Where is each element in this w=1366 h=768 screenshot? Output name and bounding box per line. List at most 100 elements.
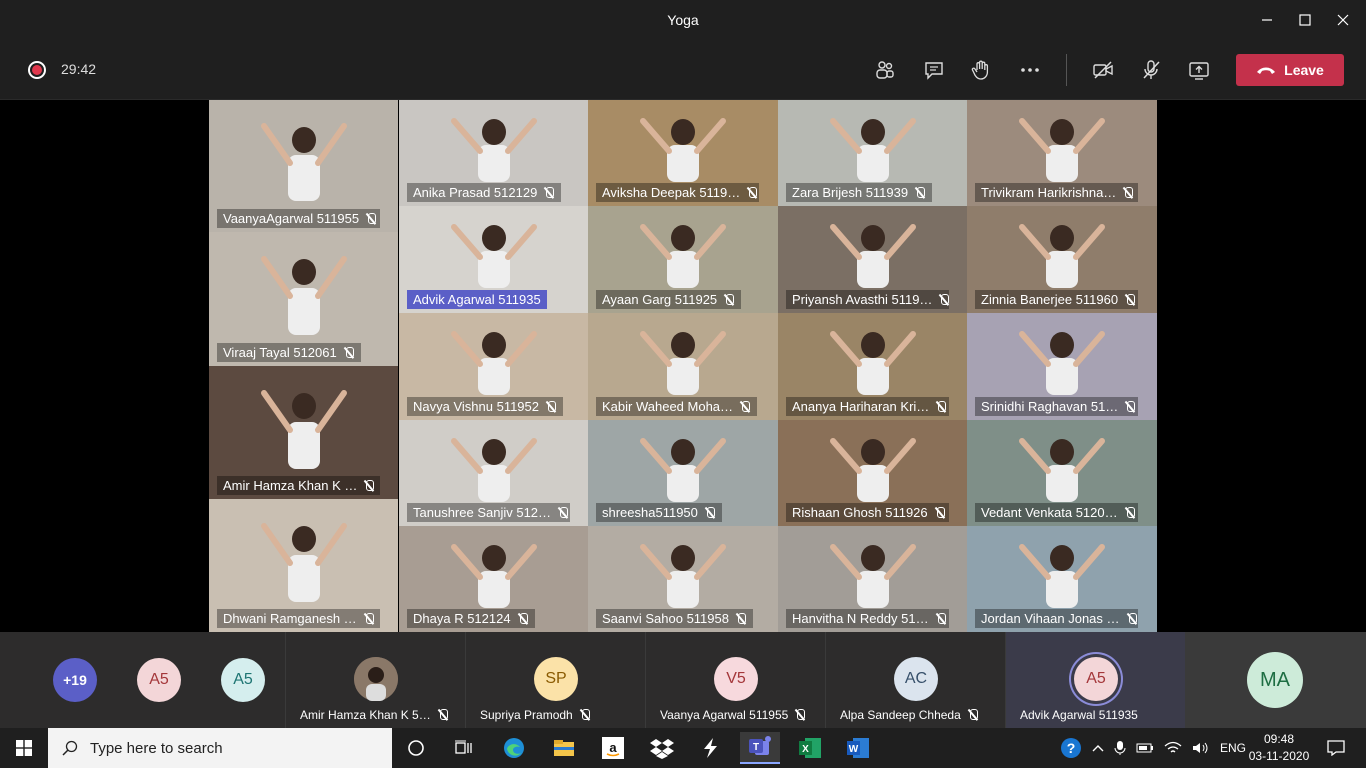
participant-name: Saanvi Sahoo 511958 bbox=[602, 611, 729, 626]
taskbar-search[interactable]: Type here to search bbox=[48, 728, 392, 768]
raise-hand-button[interactable] bbox=[966, 55, 996, 85]
file-explorer-icon bbox=[554, 740, 574, 756]
participant-name: Anika Prasad 512129 bbox=[413, 185, 538, 200]
leave-button[interactable]: Leave bbox=[1236, 54, 1344, 86]
participant-tile[interactable]: SP Supriya Pramodh bbox=[465, 632, 645, 728]
mic-muted-icon bbox=[1126, 612, 1138, 625]
video-tile[interactable]: Anika Prasad 512129 bbox=[399, 100, 588, 206]
chat-button[interactable] bbox=[919, 55, 949, 85]
video-tile[interactable]: Vedant Venkata 5120… bbox=[967, 420, 1157, 526]
participant-name-label: Viraaj Tayal 512061 bbox=[217, 343, 361, 362]
amazon-icon: a bbox=[602, 737, 624, 759]
video-tile[interactable]: Trivikram Harikrishna… bbox=[967, 100, 1157, 206]
task-view-button[interactable] bbox=[444, 732, 484, 764]
mic-off-icon bbox=[1143, 60, 1160, 79]
teams-taskbar-button[interactable]: T bbox=[740, 732, 780, 764]
video-tile[interactable]: Navya Vishnu 511952 bbox=[399, 313, 588, 420]
mic-muted-icon bbox=[938, 293, 949, 306]
file-explorer-button[interactable] bbox=[544, 732, 584, 764]
video-tile[interactable]: Zara Brijesh 511939 bbox=[778, 100, 967, 206]
volume-icon[interactable] bbox=[1192, 741, 1210, 755]
help-icon[interactable]: ? bbox=[1060, 737, 1082, 759]
maximize-icon bbox=[1299, 14, 1311, 26]
more-options-button[interactable] bbox=[1015, 55, 1045, 85]
video-tile[interactable]: Hanvitha N Reddy 51… bbox=[778, 526, 967, 632]
more-icon bbox=[1021, 68, 1039, 72]
mic-muted-icon bbox=[794, 709, 806, 721]
mic-toggle-button[interactable] bbox=[1136, 55, 1166, 85]
video-tile[interactable]: Aviksha Deepak 5119… bbox=[588, 100, 778, 206]
close-button[interactable] bbox=[1320, 0, 1366, 40]
participant-name: Dhwani Ramganesh … bbox=[223, 611, 357, 626]
mic-muted-icon bbox=[723, 293, 735, 306]
avatar[interactable]: A5 bbox=[221, 658, 265, 702]
video-tile[interactable]: Dhwani Ramganesh … bbox=[209, 499, 398, 632]
video-tile[interactable]: Ayaan Garg 511925 bbox=[588, 206, 778, 313]
clock-date: 03-11-2020 bbox=[1248, 749, 1310, 763]
participant-name-label: Vaanya Agarwal 511955 bbox=[660, 708, 806, 722]
participant-strip: +19 A5 A5 Amir Hamza Khan K 5… SP Supriya … bbox=[0, 632, 1366, 728]
participant-name: Tanushree Sanjiv 512… bbox=[413, 505, 552, 520]
word-button[interactable]: W bbox=[838, 732, 878, 764]
edge-button[interactable] bbox=[494, 732, 534, 764]
participant-tile[interactable]: V5 Vaanya Agarwal 511955 bbox=[645, 632, 825, 728]
taskbar-clock[interactable]: 09:48 03-11-2020 bbox=[1244, 731, 1314, 765]
microphone-icon[interactable] bbox=[1114, 740, 1126, 756]
app-button[interactable] bbox=[690, 732, 730, 764]
amazon-button[interactable]: a bbox=[593, 732, 633, 764]
participant-name-label: Advik Agarwal 511935 bbox=[407, 290, 547, 309]
participants-button[interactable] bbox=[870, 55, 900, 85]
mic-muted-icon bbox=[1124, 293, 1136, 306]
share-screen-button[interactable] bbox=[1184, 55, 1214, 85]
video-tile[interactable]: Ananya Hariharan Kri… bbox=[778, 313, 967, 420]
language-indicator[interactable]: ENG bbox=[1220, 741, 1246, 755]
video-tile[interactable]: Dhaya R 512124 bbox=[399, 526, 588, 632]
participant-name-label: Trivikram Harikrishna… bbox=[975, 183, 1139, 202]
video-tile[interactable]: Advik Agarwal 511935 bbox=[399, 206, 588, 313]
meeting-toolbar: 29:42 Leave bbox=[0, 40, 1366, 100]
video-tile[interactable]: VaanyaAgarwal 511955 bbox=[209, 100, 398, 232]
mic-muted-icon bbox=[437, 709, 449, 721]
battery-icon[interactable] bbox=[1136, 741, 1154, 755]
start-button[interactable] bbox=[0, 728, 48, 768]
video-tile[interactable]: shreesha511950 bbox=[588, 420, 778, 526]
window-title: Yoga bbox=[667, 12, 699, 28]
video-tile[interactable]: Kabir Waheed Moha… bbox=[588, 313, 778, 420]
mic-muted-icon bbox=[363, 612, 375, 625]
dropbox-button[interactable] bbox=[642, 732, 682, 764]
participant-tile[interactable]: Amir Hamza Khan K 5… bbox=[285, 632, 465, 728]
participant-tile[interactable]: AC Alpa Sandeep Chheda bbox=[825, 632, 1005, 728]
mic-muted-icon bbox=[343, 346, 355, 359]
mic-muted-icon bbox=[704, 506, 716, 519]
participant-name: Zinnia Banerjee 511960 bbox=[981, 292, 1119, 307]
participant-name: Viraaj Tayal 512061 bbox=[223, 345, 337, 360]
video-tile[interactable]: Amir Hamza Khan K … bbox=[209, 366, 398, 499]
wifi-icon[interactable] bbox=[1164, 741, 1182, 755]
notifications-button[interactable] bbox=[1316, 732, 1356, 764]
video-tile[interactable]: Saanvi Sahoo 511958 bbox=[588, 526, 778, 632]
avatar[interactable]: A5 bbox=[137, 658, 181, 702]
participant-name-label: Navya Vishnu 511952 bbox=[407, 397, 564, 416]
video-tile[interactable]: Rishaan Ghosh 511926 bbox=[778, 420, 967, 526]
more-participants-badge[interactable]: +19 bbox=[53, 658, 97, 702]
excel-button[interactable]: X bbox=[790, 732, 830, 764]
camera-toggle-button[interactable] bbox=[1088, 55, 1118, 85]
participant-name: Advik Agarwal 511935 bbox=[413, 292, 541, 307]
chevron-up-icon[interactable] bbox=[1092, 742, 1104, 754]
participant-name: Ananya Hariharan Kri… bbox=[792, 399, 930, 414]
video-tile[interactable]: Jordan Vihaan Jonas … bbox=[967, 526, 1157, 632]
video-tile[interactable]: Viraaj Tayal 512061 bbox=[209, 232, 398, 366]
video-tile[interactable]: Priyansh Avasthi 5119… bbox=[778, 206, 967, 313]
participant-tile[interactable]: A5 Advik Agarwal 511935 bbox=[1005, 632, 1185, 728]
call-timer: 29:42 bbox=[61, 61, 97, 77]
participant-name-label: Rishaan Ghosh 511926 bbox=[786, 503, 949, 522]
self-view[interactable]: MA bbox=[1185, 632, 1366, 728]
video-tile[interactable]: Zinnia Banerjee 511960 bbox=[967, 206, 1157, 313]
participant-name-label: Tanushree Sanjiv 512… bbox=[407, 503, 570, 522]
cortana-button[interactable] bbox=[396, 732, 436, 764]
excel-icon: X bbox=[799, 738, 821, 758]
avatar-overflow-group: +19 A5 A5 bbox=[0, 632, 285, 728]
video-tile[interactable]: Srinidhi Raghavan 51… bbox=[967, 313, 1157, 420]
participant-name: Srinidhi Raghavan 51… bbox=[981, 399, 1119, 414]
video-tile[interactable]: Tanushree Sanjiv 512… bbox=[399, 420, 588, 526]
